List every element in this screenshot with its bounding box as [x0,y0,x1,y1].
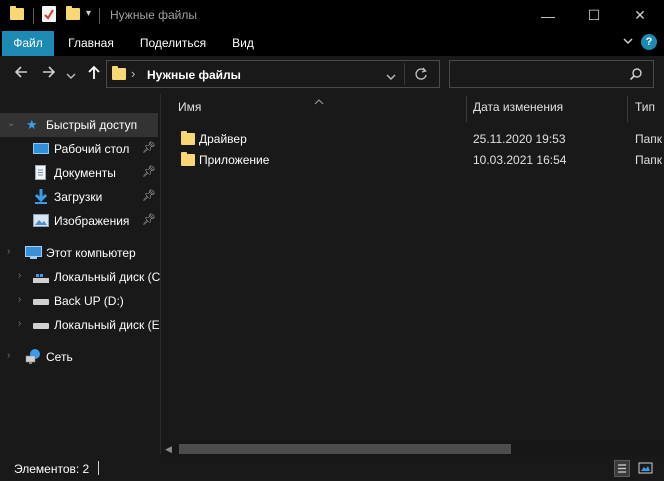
sidebar-item-drive-e[interactable]: › Локальный диск (E [0,313,160,337]
breadcrumb-current[interactable]: Нужные файлы [147,68,241,82]
chevron-right-icon[interactable]: › [18,270,21,281]
folder-icon [181,152,195,166]
star-icon: ★ [26,117,38,132]
chevron-right-icon[interactable]: › [7,350,10,361]
folder-icon [112,66,126,80]
chevron-down-icon[interactable] [386,70,396,84]
sidebar-item-desktop[interactable]: Рабочий стол 📌︎ [0,137,158,161]
chevron-right-icon[interactable]: › [18,318,21,329]
help-icon[interactable]: ? [641,34,657,50]
pin-icon[interactable]: 📌︎ [142,189,156,202]
pin-icon[interactable]: 📌︎ [142,141,156,154]
sidebar-item-documents[interactable]: Документы 📌︎ [0,161,158,185]
downloads-icon [33,188,49,208]
new-folder-icon[interactable] [66,6,80,20]
sidebar-item-label: Документы [54,166,116,180]
minimize-icon: — [541,7,555,24]
drive-icon [33,323,49,329]
sidebar-item-this-pc[interactable]: › Этот компьютер [0,241,158,265]
sidebar-item-label: Сеть [46,350,73,364]
minimize-button[interactable]: — [525,0,571,31]
file-type: Папк [635,132,663,146]
pin-icon[interactable]: 📌︎ [142,165,156,178]
chevron-down-icon[interactable] [622,36,634,49]
path-separator: › [131,66,136,81]
documents-icon [35,165,46,180]
sidebar-item-label: Быстрый доступ [46,118,138,132]
dropdown-icon[interactable]: ▾ [86,8,91,19]
chevron-right-icon[interactable]: › [18,294,21,305]
recent-locations-icon[interactable] [66,69,76,83]
sidebar-item-network[interactable]: › Сеть [0,345,158,369]
column-divider[interactable] [466,96,467,122]
network-icon [25,348,42,368]
file-name: Драйвер [199,132,247,146]
sort-ascending-icon [314,94,324,108]
sidebar-item-quick-access[interactable]: ⌄ ★ Быстрый доступ [0,113,158,137]
sidebar-item-label: Изображения [54,214,130,228]
forward-button[interactable] [38,64,60,86]
folder-icon[interactable] [10,6,24,20]
system-drive-icon [33,273,49,287]
toolbar-divider [33,8,34,24]
large-icons-view-button[interactable] [638,461,653,478]
file-date: 10.03.2021 16:54 [473,153,567,167]
scrollbar-thumb[interactable] [179,444,511,454]
column-divider[interactable] [627,96,628,122]
file-type: Папк [635,153,663,167]
sidebar-item-label: Рабочий стол [54,142,130,156]
close-icon: ✕ [634,7,646,23]
up-button[interactable] [83,64,105,86]
file-name: Приложение [199,153,270,167]
status-divider [98,461,99,475]
search-input[interactable] [449,60,654,88]
sidebar-item-label: Загрузки [54,190,103,204]
computer-stand [30,257,37,259]
status-item-count: Элементов: 2 [14,462,90,476]
tab-view[interactable]: Вид [224,31,262,56]
table-row[interactable]: Драйвер 25.11.2020 19:53 Папк [170,128,664,149]
address-divider [404,63,405,85]
maximize-button[interactable]: ☐ [571,0,617,31]
back-button[interactable] [10,64,32,86]
pin-icon[interactable]: 📌︎ [142,213,156,226]
properties-icon[interactable] [42,6,56,22]
tab-file[interactable]: Файл [2,31,54,56]
table-row[interactable]: Приложение 10.03.2021 16:54 Папк [170,149,664,170]
column-header-name[interactable]: Имя [178,100,201,120]
sidebar-item-label: Этот компьютер [46,246,136,260]
sidebar-item-drive-d[interactable]: › Back UP (D:) [0,289,158,313]
folder-icon [181,131,195,145]
column-header-date[interactable]: Дата изменения [473,100,563,120]
chevron-down-icon[interactable]: ⌄ [7,118,15,129]
desktop-icon [33,143,49,154]
sidebar-item-label: Локальный диск (C [54,270,161,284]
details-view-button[interactable] [614,460,630,477]
tab-home[interactable]: Главная [60,31,122,56]
scroll-left-icon[interactable]: ◀ [165,444,172,455]
title-divider [99,8,100,24]
pictures-icon [33,214,49,227]
drive-icon [33,299,49,305]
tab-share[interactable]: Поделиться [132,31,214,56]
sidebar-item-label: Back UP (D:) [54,294,124,308]
sidebar-item-pictures[interactable]: Изображения 📌︎ [0,209,158,233]
sidebar-item-label: Локальный диск (E [54,318,160,332]
status-bar [0,457,664,481]
close-button[interactable]: ✕ [617,0,663,31]
file-date: 25.11.2020 19:53 [473,132,566,146]
chevron-right-icon[interactable]: › [7,246,10,257]
refresh-icon[interactable] [414,67,428,84]
sidebar-item-downloads[interactable]: Загрузки 📌︎ [0,185,158,209]
window-title: Нужные файлы [110,8,197,22]
sidebar-item-drive-c[interactable]: › Локальный диск (C [0,265,161,289]
computer-icon [25,246,42,257]
column-header-type[interactable]: Тип [635,100,655,120]
maximize-icon: ☐ [587,7,601,23]
search-icon[interactable] [629,67,643,84]
